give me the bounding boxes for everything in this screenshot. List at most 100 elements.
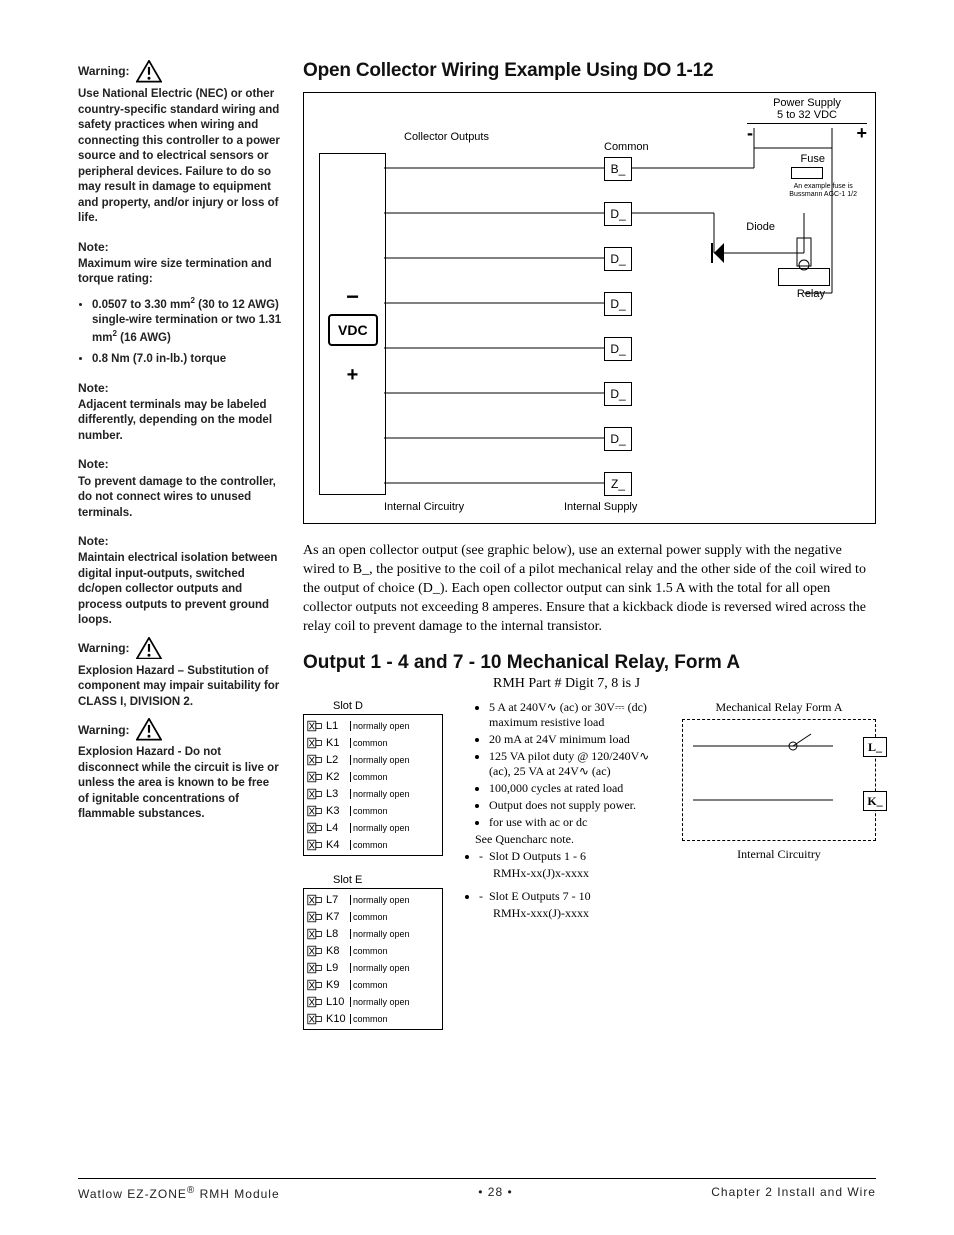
note-1-item-2: 0.8 Nm (7.0 in-lb.) torque	[92, 352, 283, 368]
screw-terminal-icon	[306, 838, 324, 852]
terminal-label: common	[350, 738, 440, 748]
spec-item: 20 mA at 24V minimum load	[489, 732, 670, 747]
screw-terminal-icon	[306, 944, 324, 958]
slot-d-block: Slot D L1normally openK1commonL2normally…	[303, 700, 463, 856]
terminal-row: L7normally open	[306, 891, 440, 908]
power-supply-line1: Power Supply	[747, 97, 867, 109]
wiring-diagram: − VDC + Collector Outputs Common B_ D_ D…	[303, 92, 876, 524]
note-1-heading: Note:	[78, 239, 283, 255]
screw-terminal-icon	[306, 804, 324, 818]
terminal-label: normally open	[350, 963, 440, 973]
screw-terminal-icon	[306, 753, 324, 767]
terminal-label: normally open	[350, 929, 440, 939]
terminal-d: D_	[604, 427, 632, 451]
terminal-id: K4	[326, 839, 348, 851]
rmh-subtitle: RMH Part # Digit 7, 8 is J	[303, 676, 876, 692]
terminal-label: common	[350, 980, 440, 990]
screw-terminal-icon	[306, 893, 324, 907]
fuse-note: An example fuse is Bussmann AGC-1 1/2	[789, 183, 857, 198]
terminal-row: K4common	[306, 836, 440, 853]
warning-3-body: Explosion Hazard - Do not disconnect whi…	[78, 745, 283, 823]
slot-d-frame: L1normally openK1commonL2normally openK2…	[303, 714, 443, 856]
spec-item: Output does not supply power.	[489, 798, 670, 813]
terminal-id: K3	[326, 805, 348, 817]
note-1-body: Maximum wire size termination and torque…	[78, 257, 283, 288]
ps-plus: +	[856, 123, 867, 144]
terminal-label: common	[350, 840, 440, 850]
alert-icon	[136, 60, 162, 83]
terminal-row: K9common	[306, 976, 440, 993]
terminal-d: D_	[604, 292, 632, 316]
terminal-label: common	[350, 772, 440, 782]
relay-wires-icon	[683, 720, 875, 840]
terminal-id: K7	[326, 911, 348, 923]
plus-symbol: +	[347, 364, 359, 387]
terminal-id: L3	[326, 788, 348, 800]
slot-e-out: - Slot E Outputs 7 - 10	[479, 889, 670, 904]
terminal-label: common	[350, 946, 440, 956]
terminal-row: K10common	[306, 1010, 440, 1027]
terminal-id: L8	[326, 928, 348, 940]
terminal-id: K8	[326, 945, 348, 957]
slot-e-title: Slot E	[303, 874, 463, 886]
terminal-id: L2	[326, 754, 348, 766]
terminal-label: normally open	[350, 823, 440, 833]
screw-terminal-icon	[306, 910, 324, 924]
note-1-item-1: 0.0507 to 3.30 mm2 (30 to 12 AWG) single…	[92, 296, 283, 346]
alert-icon	[136, 718, 162, 741]
terminal-id: L7	[326, 894, 348, 906]
terminal-label: common	[350, 1014, 440, 1024]
relay-label: Relay	[797, 288, 825, 300]
description-paragraph: As an open collector output (see graphic…	[303, 542, 876, 636]
warning-label: Warning:	[78, 63, 130, 79]
note-3-heading: Note:	[78, 456, 283, 472]
note-4-body: Maintain electrical isolation between di…	[78, 551, 283, 629]
diagram-wires-icon	[304, 93, 874, 523]
slot-d-title: Slot D	[303, 700, 463, 712]
relay-form-a-diagram: Mechanical Relay Form A L_ K_ Internal C…	[682, 700, 876, 1048]
alert-icon	[136, 637, 162, 660]
warning-2-body: Explosion Hazard – Substitution of compo…	[78, 664, 283, 711]
screw-terminal-icon	[306, 927, 324, 941]
terminal-label: normally open	[350, 895, 440, 905]
terminal-row: L1normally open	[306, 717, 440, 734]
terminal-row: L9normally open	[306, 959, 440, 976]
slot-e-frame: L7normally openK7commonL8normally openK8…	[303, 888, 443, 1030]
terminal-label: common	[350, 806, 440, 816]
terminal-b: B_	[604, 157, 632, 181]
vdc-label: VDC	[328, 314, 378, 346]
screw-terminal-icon	[306, 770, 324, 784]
terminal-row: L8normally open	[306, 925, 440, 942]
terminal-label: normally open	[350, 789, 440, 799]
note-1-list: 0.0507 to 3.30 mm2 (30 to 12 AWG) single…	[78, 296, 283, 368]
terminal-id: K1	[326, 737, 348, 749]
terminal-row: K1common	[306, 734, 440, 751]
slot-d-out: - Slot D Outputs 1 - 6	[479, 849, 670, 864]
terminal-id: K10	[326, 1013, 348, 1025]
spec-item: 5 A at 240V∿ (ac) or 30V⎓ (dc) maximum r…	[489, 700, 670, 730]
screw-terminal-icon	[306, 821, 324, 835]
terminal-row: L2normally open	[306, 751, 440, 768]
warning-label: Warning:	[78, 722, 130, 738]
terminal-d: D_	[604, 337, 632, 361]
warning-2-heading: Warning:	[78, 637, 283, 660]
spec-item: 125 VA pilot duty @ 120/240V∿ (ac), 25 V…	[489, 749, 670, 779]
warning-3-heading: Warning:	[78, 718, 283, 741]
note-2-heading: Note:	[78, 380, 283, 396]
note-3-body: To prevent damage to the controller, do …	[78, 475, 283, 522]
page-footer: Watlow EZ-ZONE® RMH Module • 28 • Chapte…	[78, 1178, 876, 1201]
terminal-id: L9	[326, 962, 348, 974]
minus-symbol: −	[346, 284, 359, 310]
terminal-id: K2	[326, 771, 348, 783]
relay-dashed-box: L_ K_	[682, 719, 876, 841]
note-2-body: Adjacent terminals may be labeled differ…	[78, 398, 283, 445]
terminal-d: D_	[604, 202, 632, 226]
screw-terminal-icon	[306, 736, 324, 750]
quencharc-note: See Quencharc note.	[475, 832, 670, 847]
terminal-row: K2common	[306, 768, 440, 785]
terminal-id: L10	[326, 996, 348, 1008]
common-label: Common	[604, 141, 649, 153]
main-content: Open Collector Wiring Example Using DO 1…	[303, 60, 876, 1048]
terminal-id: L1	[326, 720, 348, 732]
slot-d-part: RMHx-xx(J)x-xxxx	[493, 866, 670, 881]
